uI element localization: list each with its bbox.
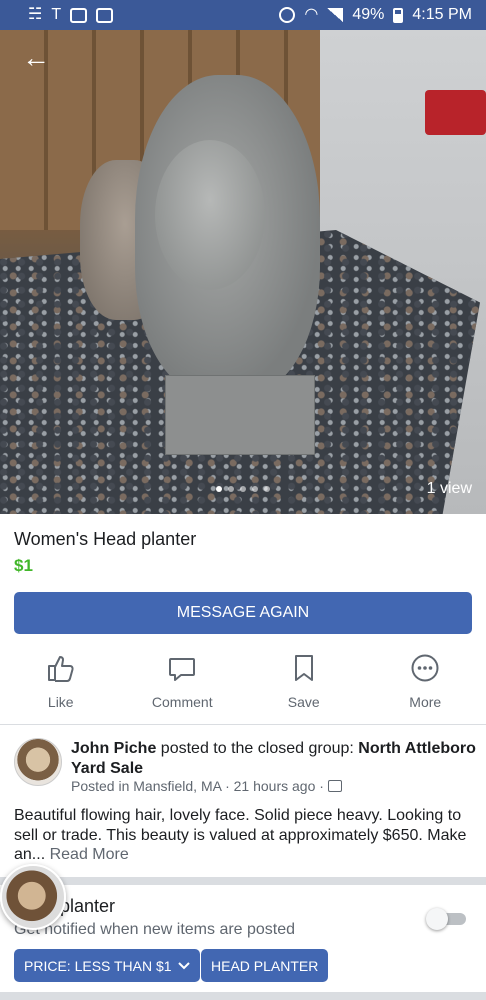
alert-subtitle: Get notified when new items are posted [14,921,296,938]
pagination-dot [240,486,246,492]
status-bar: ☵ T ◠ 49% 4:15 PM [0,0,486,30]
clock: 4:15 PM [412,6,472,23]
status-icons-left: ☵ T [28,6,114,23]
pagination-dot [228,486,234,492]
alert-title: planter [60,896,116,916]
photo-statue-face [155,140,265,290]
status-icons-right: ◠ 49% 4:15 PM [279,6,472,24]
chevron-down-icon [177,961,190,969]
head-planter-label: HEAD PLANTER [211,957,319,974]
read-more-link[interactable]: Read More [50,846,129,863]
more-icon [410,652,440,684]
comment-button[interactable]: Comment [122,652,244,718]
alarm-icon [279,7,296,23]
listing-photo[interactable] [0,30,486,514]
save-label: Save [287,694,320,710]
like-button[interactable]: Like [0,652,122,718]
pagination-dot [264,486,270,492]
comment-icon [167,652,197,684]
price-filter-chip[interactable]: PRICE: LESS THAN $1 [14,949,200,982]
photo-wagon [425,90,486,135]
poster-avatar[interactable] [14,738,62,786]
thumbs-up-icon [46,652,76,684]
pagination-dot [252,486,258,492]
pagination-dot [216,486,222,492]
section-separator [0,877,486,885]
post-description: Beautiful flowing hair, lovely face. Sol… [14,806,474,865]
comment-label: Comment [151,694,213,710]
divider [0,724,486,725]
save-button[interactable]: Save [243,652,365,718]
post-header: John Piche posted to the closed group: N… [71,739,481,779]
t-mobile-icon: T [51,6,62,23]
poster-name[interactable]: John Piche [71,740,156,757]
post-meta: Posted in Mansfield, MA · 21 hours ago · [71,778,342,794]
view-count: 1 view [426,480,472,497]
listing-title: Women's Head planter [14,529,197,549]
chat-head-avatar[interactable] [0,864,66,930]
signal-icon [327,8,344,22]
price-filter-label: PRICE: LESS THAN $1 [24,957,172,974]
photo-statue-base [165,375,315,455]
wifi-calling-icon: ☵ [28,6,43,23]
action-bar: Like Comment Save More [0,652,486,718]
like-label: Like [47,694,74,710]
message-again-button[interactable]: MESSAGE AGAIN [14,592,472,634]
wifi-icon: ◠ [304,6,319,23]
screenshot-icon [96,7,114,23]
gallery-icon [70,7,88,23]
notify-toggle[interactable] [426,908,466,930]
listing-price: $1 [14,556,33,575]
group-icon [327,780,342,792]
bookmark-icon [289,652,319,684]
battery-icon [393,7,404,23]
post-location-time: Posted in Mansfield, MA · 21 hours ago · [71,778,324,794]
more-label: More [409,694,442,710]
battery-percent: 49% [352,6,385,23]
back-arrow-icon[interactable]: ← [22,40,58,76]
head-planter-chip[interactable]: HEAD PLANTER [201,949,329,982]
post-action-text: posted to the closed group: [156,740,359,757]
toggle-knob [426,908,448,930]
photo-pagination-dots [0,486,486,492]
more-button[interactable]: More [365,652,486,718]
bottom-separator [0,992,486,1000]
